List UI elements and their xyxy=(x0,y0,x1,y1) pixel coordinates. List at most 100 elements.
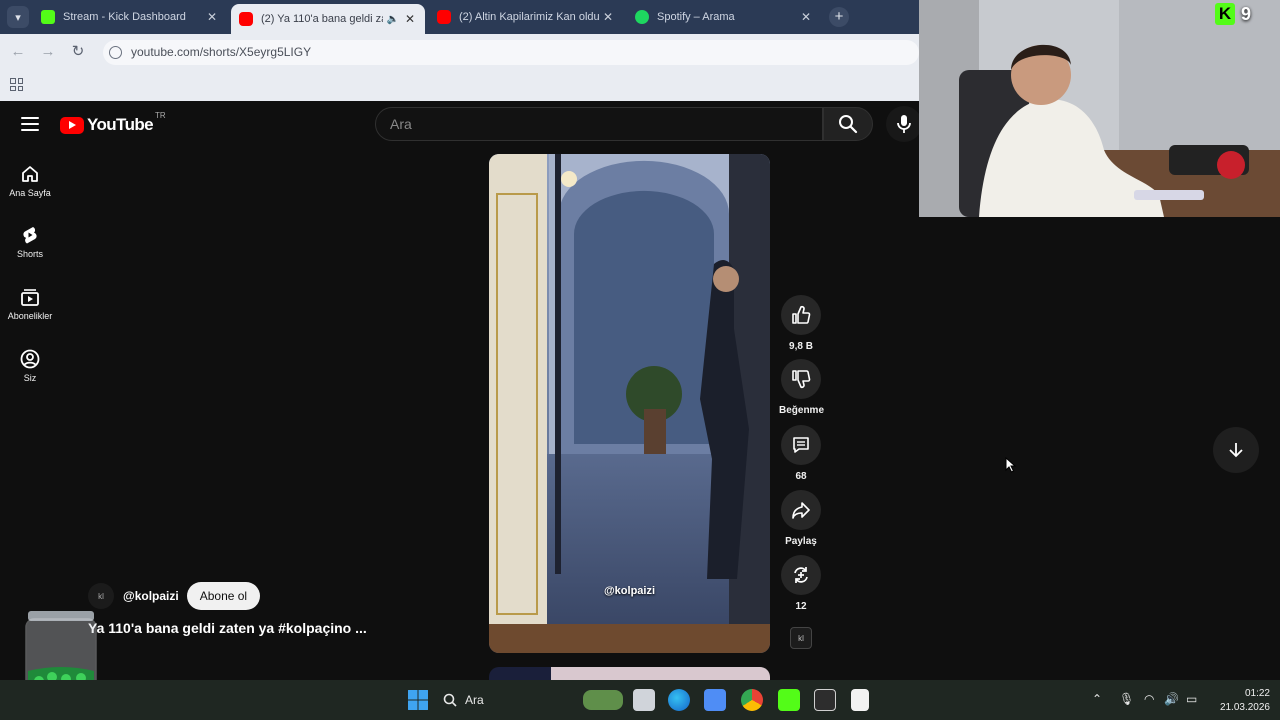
arrow-down-icon xyxy=(1229,443,1243,458)
bookmarks-bar xyxy=(0,70,919,101)
share-button[interactable]: Paylaş xyxy=(779,490,823,547)
logo-text: YouTube xyxy=(87,115,154,134)
tab-search-button[interactable]: ▾ xyxy=(7,6,29,28)
tab-title: Spotify – Arama xyxy=(657,11,735,23)
tray-overflow-icon[interactable]: ⌃ xyxy=(1092,692,1102,706)
remix-button[interactable]: 12 xyxy=(779,555,823,612)
voice-search-button[interactable] xyxy=(886,106,922,142)
taskbar-search-label: Ara xyxy=(465,693,484,707)
edge-icon[interactable] xyxy=(668,689,690,711)
short-title[interactable]: Ya 110'a bana geldi zaten ya #kolpaçino … xyxy=(88,620,367,636)
like-button[interactable]: 9,8 B xyxy=(779,295,823,352)
tab-kick-dashboard[interactable]: Stream - Kick Dashboard ✕ xyxy=(33,6,227,28)
dislike-label: Beğenme xyxy=(779,405,825,416)
store-icon[interactable] xyxy=(704,689,726,711)
video-watermark: @kolpaizi xyxy=(603,585,656,597)
shorts-icon xyxy=(23,227,37,244)
wifi-icon[interactable]: ◠ xyxy=(1144,692,1154,706)
search-button[interactable] xyxy=(823,107,873,141)
comments-button[interactable]: 68 xyxy=(779,425,823,482)
viewer-count: 9 xyxy=(1241,3,1252,24)
home-icon xyxy=(22,166,38,182)
thumbs-up-icon xyxy=(792,305,811,324)
screen: ▾ Stream - Kick Dashboard ✕ (2) Ya 110'a… xyxy=(0,0,1280,720)
comment-count: 68 xyxy=(795,471,807,482)
like-count: 9,8 B xyxy=(789,341,813,352)
comment-icon xyxy=(793,437,809,453)
you-icon xyxy=(20,349,40,369)
dislike-button[interactable]: Beğenme xyxy=(779,359,825,416)
youtube-icon xyxy=(239,12,253,26)
sidebar-item-label: Shorts xyxy=(16,249,43,259)
sidebar-item-label: Ana Sayfa xyxy=(9,188,51,198)
youtube-icon xyxy=(437,10,451,24)
sidebar-item-shorts[interactable]: Shorts xyxy=(0,225,60,259)
new-tab-button[interactable]: + xyxy=(829,7,849,27)
tab-spotify[interactable]: Spotify – Arama ✕ xyxy=(627,6,821,28)
next-short-button[interactable] xyxy=(1213,427,1259,473)
youtube-page: YouTube TR Ana Sayfa xyxy=(0,101,922,687)
microphone-icon xyxy=(897,115,911,133)
taskbar-search[interactable]: Ara xyxy=(443,686,623,714)
chrome-icon[interactable] xyxy=(741,689,763,711)
clock-date: 21.03.2026 xyxy=(1219,702,1270,713)
battery-icon[interactable]: ▭ xyxy=(1186,692,1197,706)
windows-start-icon[interactable] xyxy=(407,689,429,711)
close-icon[interactable]: ✕ xyxy=(799,10,813,24)
browser-tab-bar: ▾ Stream - Kick Dashboard ✕ (2) Ya 110'a… xyxy=(0,0,919,34)
thumbs-down-icon xyxy=(792,370,811,389)
kick-viewer-badge: K 9 xyxy=(1215,3,1251,25)
sidebar-item-home[interactable]: Ana Sayfa xyxy=(0,164,60,198)
system-clock[interactable]: 01:22 21.03.2026 xyxy=(1210,687,1270,715)
kick-icon: K xyxy=(1215,3,1235,25)
calculator-icon[interactable] xyxy=(814,689,836,711)
short-video-player[interactable]: @kolpaizi xyxy=(489,154,770,653)
address-bar[interactable]: youtube.com/shorts/X5eyrg5LIGY xyxy=(103,40,919,65)
country-code: TR xyxy=(155,111,166,120)
remix-icon xyxy=(794,567,808,583)
menu-icon[interactable] xyxy=(21,117,39,131)
tab-title: Stream - Kick Dashboard xyxy=(63,11,186,23)
kick-icon xyxy=(41,10,55,24)
close-icon[interactable]: ✕ xyxy=(403,12,417,26)
remix-count: 12 xyxy=(795,601,807,612)
microphone-icon[interactable]: 🎙 xyxy=(1119,692,1134,706)
browser-toolbar: ← → ↻ youtube.com/shorts/X5eyrg5LIGY xyxy=(0,34,919,70)
clock-time: 01:22 xyxy=(1244,688,1270,699)
speaker-icon[interactable]: 🔈 xyxy=(383,14,403,25)
apps-grid-icon[interactable] xyxy=(10,78,23,91)
search-box[interactable] xyxy=(375,107,823,141)
youtube-logo[interactable]: YouTube TR xyxy=(60,111,166,135)
close-icon[interactable]: ✕ xyxy=(205,10,219,24)
tab-title: (2) Ya 110'a bana geldi zaten xyxy=(261,13,383,25)
tab-title: (2) Altin Kapilarimiz Kan oldu Te xyxy=(459,11,601,23)
sidebar-item-you[interactable]: Siz xyxy=(0,349,60,383)
mouse-cursor-icon xyxy=(1005,457,1017,473)
sidebar-item-subscriptions[interactable]: Abonelikler xyxy=(0,287,60,321)
forward-icon[interactable]: → xyxy=(38,42,58,62)
search-highlight-icon xyxy=(583,690,623,710)
back-icon[interactable]: ← xyxy=(8,42,28,62)
channel-avatar-small[interactable]: kl xyxy=(790,627,812,649)
spotify-icon xyxy=(635,10,649,24)
close-icon[interactable]: ✕ xyxy=(601,10,615,24)
task-view-icon[interactable] xyxy=(633,689,655,711)
avatar[interactable]: kl xyxy=(88,583,114,609)
subscribe-button[interactable]: Abone ol xyxy=(186,582,261,610)
notepad-icon[interactable] xyxy=(851,689,869,711)
tab-youtube-altin[interactable]: (2) Altin Kapilarimiz Kan oldu Te ✕ xyxy=(429,6,623,28)
search-input[interactable] xyxy=(376,108,822,140)
webcam-feed xyxy=(919,0,1280,217)
video-frame xyxy=(489,154,770,653)
subscriptions-icon xyxy=(21,289,39,306)
site-info-icon[interactable] xyxy=(109,46,122,59)
url-text[interactable]: youtube.com/shorts/X5eyrg5LIGY xyxy=(131,45,311,59)
channel-handle[interactable]: @kolpaizi xyxy=(123,589,179,603)
webcam-overlay xyxy=(919,0,1280,217)
reload-icon[interactable]: ↻ xyxy=(68,42,88,62)
tab-youtube-short[interactable]: (2) Ya 110'a bana geldi zaten 🔈 ✕ xyxy=(231,4,425,34)
share-icon xyxy=(792,502,810,519)
volume-icon[interactable]: 🔊 xyxy=(1164,692,1179,706)
sidebar-item-label: Abonelikler xyxy=(7,311,53,321)
kick-app-icon[interactable] xyxy=(778,689,800,711)
